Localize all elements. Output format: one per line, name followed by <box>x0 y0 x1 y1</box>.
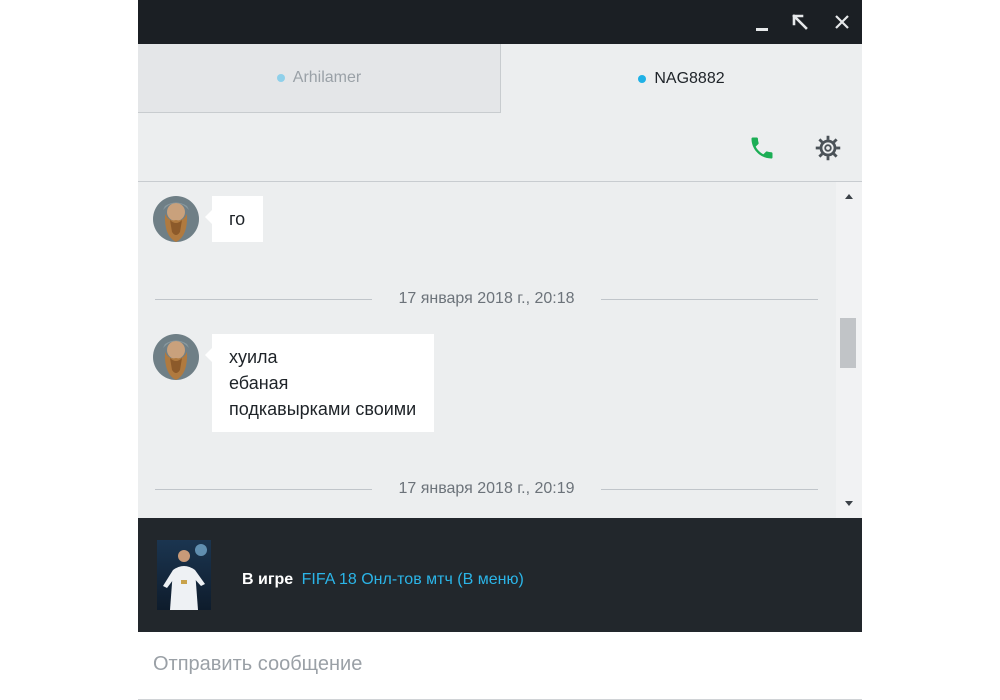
chat-toolbar <box>138 114 862 182</box>
phone-icon[interactable] <box>748 134 776 162</box>
message-input-area <box>138 632 862 700</box>
tab-label: Arhilamer <box>292 69 362 86</box>
message-list[interactable]: го 17 января 2018 г., 20:18 хуила ебаная <box>138 182 862 518</box>
date-separator: 17 января 2018 г., 20:18 <box>155 289 818 309</box>
message-item: го <box>153 196 264 242</box>
tab-label: NAG8882 <box>654 70 725 87</box>
message-text-line: хуила <box>229 347 278 367</box>
scroll-up-arrow-icon[interactable] <box>842 190 856 204</box>
message-item: хуила ебаная подкавырками своими <box>153 334 435 432</box>
message-input[interactable] <box>153 646 843 682</box>
message-bubble: хуила ебаная подкавырками своими <box>204 334 435 432</box>
message-text-line: подкавырками своими <box>229 399 417 419</box>
date-separator: 17 января 2018 г., 20:19 <box>155 479 818 499</box>
settings-gear-icon[interactable] <box>814 134 842 162</box>
conversation-tabs: Arhilamer NAG8882 <box>138 44 862 114</box>
current-game-link[interactable]: FIFA 18 Онл-тов мтч (В меню) <box>302 571 524 588</box>
user-avatar <box>153 196 199 242</box>
message-text-line: ебаная <box>229 373 289 393</box>
separator-date: 17 января 2018 г., 20:18 <box>398 290 575 307</box>
online-status-dot <box>638 75 647 83</box>
online-status-dot <box>276 74 285 82</box>
scroll-down-arrow-icon[interactable] <box>842 496 856 510</box>
game-cover-image <box>157 540 211 610</box>
game-status-bar: В игре FIFA 18 Онл-тов мтч (В меню) <box>138 518 862 632</box>
separator-date: 17 января 2018 г., 20:19 <box>398 480 575 497</box>
status-prefix: В игре <box>242 571 294 588</box>
minimize-icon[interactable] <box>748 8 776 36</box>
user-avatar <box>153 334 199 380</box>
close-icon[interactable] <box>828 8 856 36</box>
tab-nag8882[interactable]: NAG8882 <box>501 44 862 114</box>
title-bar[interactable] <box>138 0 862 44</box>
restore-icon[interactable] <box>786 8 814 36</box>
message-text: го <box>229 209 246 229</box>
message-bubble: го <box>204 196 264 242</box>
chat-window: Arhilamer NAG8882 го 17 января 2018 г., … <box>138 0 862 700</box>
chat-scrollbar[interactable] <box>836 182 862 518</box>
scrollbar-thumb[interactable] <box>840 318 856 368</box>
game-status-text: В игре FIFA 18 Онл-тов мтч (В меню) <box>242 571 524 589</box>
tab-arhilamer[interactable]: Arhilamer <box>138 44 501 113</box>
